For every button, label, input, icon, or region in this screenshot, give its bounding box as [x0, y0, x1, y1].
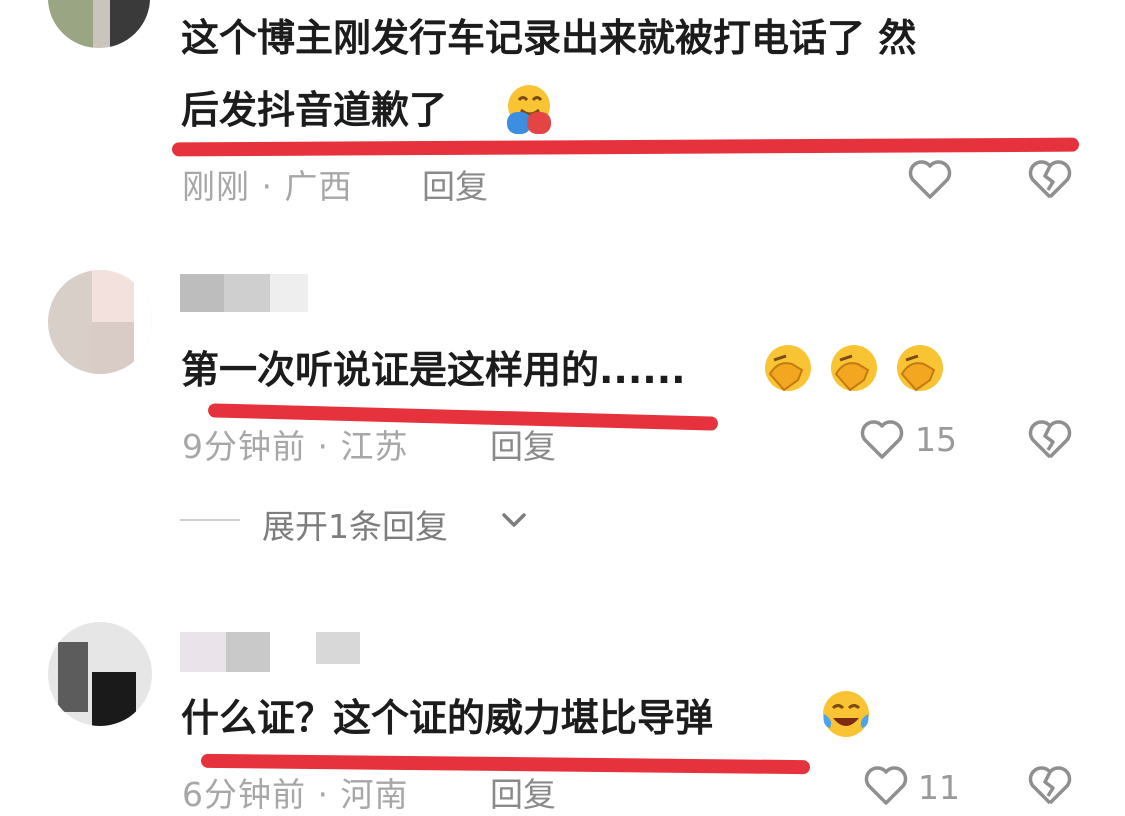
face-palm-emoji: [831, 345, 877, 392]
heart-icon[interactable]: [906, 156, 954, 202]
comment-meta: 6分钟前 · 河南: [182, 775, 409, 814]
face-palm-emoji: [765, 345, 811, 392]
reply-button[interactable]: 回复: [422, 160, 488, 208]
red-underline: [171, 137, 1080, 157]
expand-replies-label: 展开1条回复: [262, 507, 448, 546]
username-mosaic: [270, 274, 308, 312]
reply-button[interactable]: 回复: [490, 768, 556, 816]
reply-button[interactable]: 回复: [490, 420, 556, 468]
expand-divider: [180, 519, 240, 521]
like-count: 11: [918, 768, 960, 807]
avatar[interactable]: [48, 270, 152, 374]
comment-text: 这个博主刚发行车记录出来就被打电话了 然: [181, 16, 917, 60]
broken-heart-icon[interactable]: [1026, 156, 1074, 202]
heart-icon[interactable]: [862, 762, 910, 808]
expand-replies-button[interactable]: 展开1条回复: [262, 500, 448, 548]
username-mosaic: [180, 632, 226, 672]
avatar-image: [110, 0, 150, 48]
like-count: 15: [915, 420, 957, 459]
avatar-image: [92, 322, 134, 374]
face-palm-emoji: [897, 345, 943, 392]
avatar-image: [134, 270, 152, 374]
broken-heart-icon[interactable]: [1026, 762, 1074, 808]
avatar[interactable]: [48, 0, 150, 48]
comment-meta: 刚刚 · 广西: [182, 167, 353, 206]
comment-text: 后发抖音道歉了: [181, 88, 448, 132]
username-mosaic: [316, 632, 360, 664]
avatar-image: [48, 0, 93, 48]
avatar-image: [58, 642, 88, 712]
heart-icon[interactable]: [858, 416, 906, 462]
broken-heart-icon[interactable]: [1026, 416, 1074, 462]
avatar[interactable]: [48, 622, 152, 726]
username-mosaic: [180, 274, 224, 312]
username-mosaic: [226, 632, 270, 672]
comment-text: 什么证？这个证的威力堪比导弹: [181, 696, 714, 740]
hugging-face-emoji: [507, 85, 551, 134]
chevron-down-icon[interactable]: [500, 508, 528, 532]
crying-laughing-emoji: [823, 691, 869, 737]
comment-meta: 9分钟前 · 江苏: [182, 427, 409, 466]
username-mosaic: [224, 274, 270, 312]
comment-text: 第一次听说证是这样用的......: [181, 348, 686, 392]
avatar-image: [92, 270, 134, 322]
avatar-image: [92, 672, 136, 726]
